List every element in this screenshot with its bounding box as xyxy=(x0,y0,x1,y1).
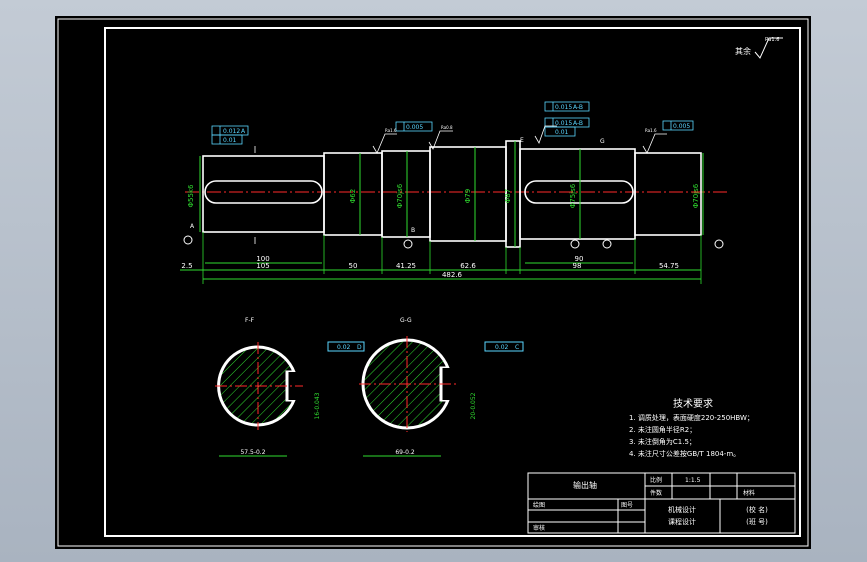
datum-markers xyxy=(183,235,724,249)
datum-label-e: E xyxy=(520,137,524,144)
dim-total: 482.6 xyxy=(442,271,463,279)
dim-diameter-5: Φ87 xyxy=(504,189,512,203)
title-part-name: 输出轴 xyxy=(573,480,597,490)
roughness-note-label: 其余 xyxy=(735,46,751,56)
roughness-mark-2: Ra0.8 xyxy=(441,125,453,130)
outer-frame xyxy=(57,18,809,547)
section-g-width: 69-0.2 xyxy=(395,449,415,456)
dim-bottom-3: 50 xyxy=(349,262,358,270)
title-qty-label: 件数 xyxy=(650,489,662,497)
tech-req-item-1: 1. 调质处理，表面硬度220-250HBW； xyxy=(629,413,754,422)
gdt-frame-mid1: 0.015 xyxy=(555,104,572,111)
gdt-frame-b1: 0.005 xyxy=(406,124,423,131)
cad-drawing: 其余 Ra1.6 Φ55k6 Φ62 Φ70js6 Φ79 Φ87 Φ75js6… xyxy=(57,18,809,547)
gdt-frame-a1-ref: A xyxy=(241,128,246,135)
tech-req-title: 技术要求 xyxy=(673,397,713,410)
gdt-frame-mid3: 0.01 xyxy=(555,129,569,136)
section-g-gdt-value: 0.02 xyxy=(495,344,509,351)
dim-diameter-4: Φ79 xyxy=(464,189,472,203)
shaft-segment-3 xyxy=(381,150,431,238)
gdt-frame-a1: 0.012 xyxy=(223,128,240,135)
drawing-border xyxy=(104,27,801,537)
shaft-main-view: Φ55k6 Φ62 Φ70js6 Φ79 Φ87 Φ75js6 Φ70js6 1… xyxy=(180,101,727,284)
section-label-g: G-G xyxy=(400,317,412,324)
roughness-note: 其余 Ra1.6 xyxy=(735,37,783,59)
section-g-view: G-G 69-0.2 20-0.052 0.02 C xyxy=(359,317,524,457)
cad-drawing-sheet: 其余 Ra1.6 Φ55k6 Φ62 Φ70js6 Φ79 Φ87 Φ75js6… xyxy=(55,16,811,549)
datum-label-b: B xyxy=(411,227,415,234)
section-f-width: 57.5-0.2 xyxy=(240,449,265,456)
section-f-gdt-ref: D xyxy=(357,344,362,351)
tech-req-item-3: 3. 未注倒角为C1.5； xyxy=(629,437,696,446)
tech-req-item-4: 4. 未注尺寸公差按GB/T 1804-m。 xyxy=(629,449,740,458)
dim-diameter-6: Φ75js6 xyxy=(569,183,577,208)
title-drawing-no-label: 图号 xyxy=(621,502,633,509)
dim-bottom-2: 105 xyxy=(256,262,269,270)
title-school-line-2: (班 号) xyxy=(746,517,768,526)
section-f-gdt-value: 0.02 xyxy=(337,344,351,351)
roughness-mark-1: Ra1.6 xyxy=(385,128,397,133)
gdt-frames xyxy=(211,101,694,145)
title-course-line-2: 课程设计 xyxy=(668,517,696,526)
section-f-key: 16-0.043 xyxy=(314,392,321,419)
title-checked-label: 审核 xyxy=(533,524,545,532)
dim-diameter-7: Φ70js6 xyxy=(692,183,700,208)
dim-bottom-4: 41.25 xyxy=(396,262,416,270)
tech-requirements: 技术要求 1. 调质处理，表面硬度220-250HBW； 2. 未注圆角半径R2… xyxy=(629,397,754,458)
roughness-note-value: Ra1.6 xyxy=(765,37,779,43)
roughness-mark-3: Ra1.6 xyxy=(645,128,657,133)
dim-bottom-7: 54.75 xyxy=(659,262,679,270)
gdt-frame-mid2-ref: A-B xyxy=(573,120,583,127)
gdt-frame-mid2: 0.015 xyxy=(555,120,572,127)
dim-diameter-3: Φ70js6 xyxy=(396,183,404,208)
title-material-label: 材料 xyxy=(743,489,755,497)
section-g-key: 20-0.052 xyxy=(470,392,477,419)
roughness-marks xyxy=(254,125,667,244)
section-g-gdt-ref: C xyxy=(515,344,519,351)
section-f-view: F-F 57.5-0.2 16-0.043 0.02 D xyxy=(215,317,365,457)
dim-bottom-1: 2.5 xyxy=(181,262,192,270)
title-drawn-label: 绘图 xyxy=(533,501,545,509)
gdt-frame-a2: 0.01 xyxy=(223,137,237,144)
dim-bottom-5: 62.6 xyxy=(460,262,476,270)
tech-req-item-2: 2. 未注圆角半径R2； xyxy=(629,425,696,434)
gdt-frame-mid1-ref: A-B xyxy=(573,104,583,111)
shaft-segment-1 xyxy=(202,155,325,233)
title-school-line-1: (校 名) xyxy=(746,505,768,514)
title-scale-label: 比例 xyxy=(650,476,662,484)
shaft-segment-6 xyxy=(519,148,636,240)
dim-bottom-6: 98 xyxy=(573,262,582,270)
datum-label-a: A xyxy=(190,223,195,230)
title-scale-value: 1:1.5 xyxy=(685,477,701,484)
title-course-line-1: 机械设计 xyxy=(668,505,696,514)
gdt-frame-right: 0.005 xyxy=(673,123,690,130)
section-label-f: F-F xyxy=(245,317,255,324)
dim-diameter-1: Φ55k6 xyxy=(187,184,195,207)
dim-diameter-2: Φ62 xyxy=(349,189,357,203)
datum-label-g: G xyxy=(600,138,605,145)
